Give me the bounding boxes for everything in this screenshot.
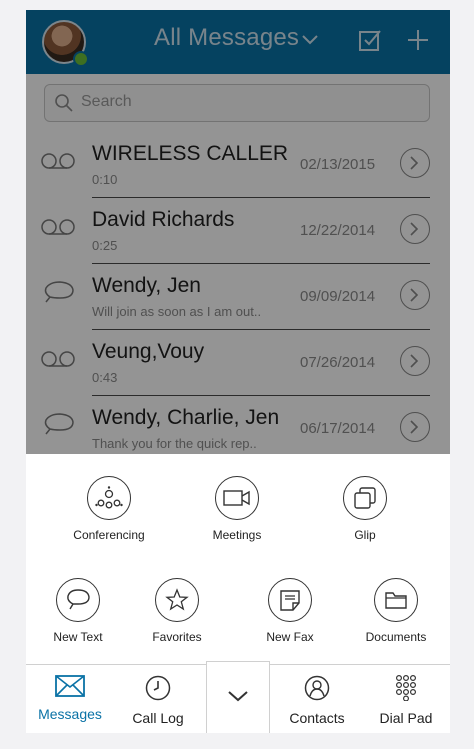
message-name: Wendy, Charlie, Jen: [92, 406, 280, 429]
app-header: All Messages: [26, 10, 450, 74]
chat-bubble-icon: [56, 578, 100, 622]
message-preview: Will join as soon as I am out..: [92, 304, 262, 319]
search-icon: [55, 94, 73, 117]
fax-icon: [268, 578, 312, 622]
compose-check-icon[interactable]: [358, 28, 382, 57]
message-preview: 0:25: [92, 238, 118, 253]
message-preview: Thank you for the quick rep..: [92, 436, 257, 451]
tab-call-log[interactable]: Call Log: [118, 675, 198, 726]
message-name: Veung,Vouy: [92, 340, 205, 363]
more-toggle-button[interactable]: [206, 661, 270, 733]
meetings-button[interactable]: Meetings: [182, 476, 292, 542]
envelope-icon: [55, 675, 85, 701]
voicemail-icon: [40, 350, 76, 373]
message-date: 12/22/2014: [300, 222, 376, 239]
new-text-button[interactable]: New Text: [26, 578, 133, 644]
message-date: 09/09/2014: [300, 288, 376, 305]
message-row[interactable]: WIRELESS CALLER 0:10 02/13/2015: [26, 132, 450, 198]
action-label: Meetings: [212, 528, 262, 542]
tab-messages[interactable]: Messages: [30, 675, 110, 722]
glip-icon: [343, 476, 387, 520]
voicemail-icon: [40, 218, 76, 241]
details-button[interactable]: [400, 148, 430, 178]
favorites-button[interactable]: Favorites: [122, 578, 232, 644]
search-input[interactable]: [79, 92, 383, 112]
message-row[interactable]: Wendy, Charlie, Jen Thank you for the qu…: [26, 396, 450, 462]
message-preview: 0:10: [92, 172, 118, 187]
tab-label: Messages: [38, 706, 102, 722]
message-row[interactable]: David Richards 0:25 12/22/2014: [26, 198, 450, 264]
voicemail-icon: [40, 152, 76, 175]
message-date: 06/17/2014: [300, 420, 376, 437]
video-camera-icon: [215, 476, 259, 520]
chevron-down-icon[interactable]: [302, 32, 318, 50]
star-icon: [155, 578, 199, 622]
glip-button[interactable]: Glip: [310, 476, 420, 542]
contact-icon: [304, 675, 330, 705]
page-title[interactable]: All Messages: [154, 24, 299, 52]
search-bar[interactable]: [44, 84, 430, 122]
message-name: WIRELESS CALLER: [92, 142, 289, 165]
bottom-tab-bar: Messages Call Log Contacts Dial Pad: [26, 661, 450, 733]
add-icon[interactable]: [406, 28, 430, 57]
folder-icon: [374, 578, 418, 622]
presence-indicator: [73, 51, 89, 67]
message-row[interactable]: Veung,Vouy 0:43 07/26/2014: [26, 330, 450, 396]
tab-contacts[interactable]: Contacts: [277, 675, 357, 726]
chat-bubble-icon: [40, 280, 76, 311]
action-label: Glip: [354, 528, 376, 542]
more-actions-sheet: Conferencing Meetings Glip New Text Favo…: [26, 454, 450, 664]
tab-label: Dial Pad: [379, 710, 433, 726]
conferencing-button[interactable]: Conferencing: [54, 476, 164, 542]
action-label: New Text: [53, 630, 103, 644]
tab-label: Call Log: [132, 710, 184, 726]
action-label: Favorites: [152, 630, 202, 644]
action-label: New Fax: [266, 630, 314, 644]
action-label: Conferencing: [73, 528, 145, 542]
details-button[interactable]: [400, 214, 430, 244]
message-date: 07/26/2014: [300, 354, 376, 371]
message-name: Wendy, Jen: [92, 274, 201, 297]
app-screen: All Messages WIRELESS CALLER 0:10 02/13/…: [26, 10, 450, 733]
new-fax-button[interactable]: New Fax: [235, 578, 345, 644]
action-label: Documents: [365, 630, 427, 644]
documents-button[interactable]: Documents: [341, 578, 450, 644]
dialpad-icon: [395, 674, 417, 705]
tab-dial-pad[interactable]: Dial Pad: [366, 674, 446, 726]
message-date: 02/13/2015: [300, 156, 376, 173]
tab-label: Contacts: [289, 710, 345, 726]
conference-icon: [87, 476, 131, 520]
details-button[interactable]: [400, 280, 430, 310]
details-button[interactable]: [400, 346, 430, 376]
clock-icon: [145, 675, 171, 705]
message-preview: 0:43: [92, 370, 118, 385]
message-row[interactable]: Wendy, Jen Will join as soon as I am out…: [26, 264, 450, 330]
chat-bubble-icon: [40, 412, 76, 443]
message-name: David Richards: [92, 208, 235, 231]
chevron-down-icon: [228, 691, 248, 702]
details-button[interactable]: [400, 412, 430, 442]
